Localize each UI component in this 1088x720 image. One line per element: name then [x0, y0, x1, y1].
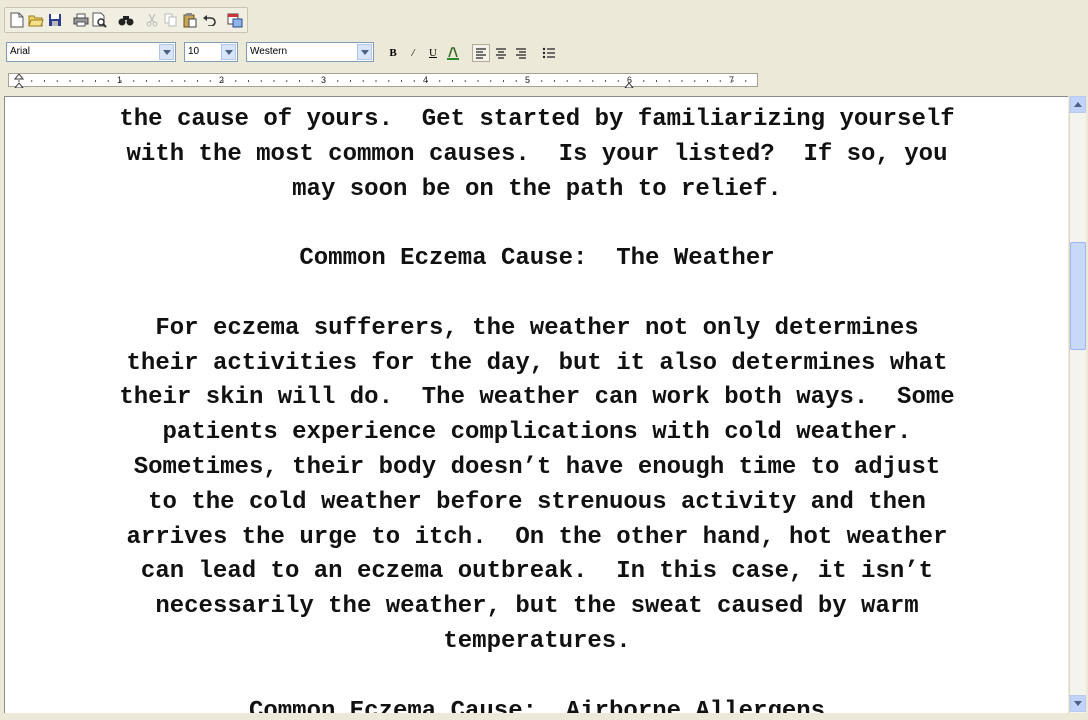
ruler-number: 4 [423, 75, 429, 85]
toolbar-separator [110, 11, 116, 29]
ruler[interactable]: 1 2 3 4 5 6 7 [0, 68, 1088, 94]
ruler-number: 6 [627, 75, 633, 85]
script-dropdown[interactable]: Western [246, 42, 374, 62]
new-document-icon[interactable] [8, 11, 26, 29]
align-right-button[interactable]: right [512, 44, 530, 62]
text-line [5, 660, 1068, 695]
chevron-down-icon[interactable] [357, 44, 372, 60]
print-icon[interactable] [72, 11, 90, 29]
ruler-number: 5 [525, 75, 531, 85]
text-line: Sometimes, their body doesn’t have enoug… [133, 453, 941, 481]
text-line: their activities for the day, but it als… [126, 349, 948, 377]
ruler-number: 2 [219, 75, 225, 85]
cut-icon[interactable] [143, 11, 161, 29]
vertical-scrollbar[interactable] [1069, 96, 1086, 713]
text-line: temperatures. [443, 627, 631, 655]
format-buttons: B / U left center right bullets [384, 42, 558, 64]
chevron-up-icon [1074, 102, 1082, 107]
font-name-dropdown[interactable]: Arial [6, 42, 176, 62]
toolbar-separator [65, 11, 71, 29]
text-line: necessarily the weather, but the sweat c… [155, 593, 919, 621]
section-heading: Common Eczema Cause: Airborne Allergens [248, 697, 826, 713]
print-preview-icon[interactable] [91, 11, 109, 29]
left-indent-marker[interactable] [14, 82, 24, 88]
align-center-button[interactable]: center [492, 44, 510, 62]
standard-toolbar [0, 0, 1088, 38]
text-line: may soon be on the path to relief. [292, 175, 782, 203]
scrollbar-thumb[interactable] [1070, 242, 1086, 350]
font-size-dropdown[interactable]: 10 [184, 42, 238, 62]
window-bottom-edge [0, 713, 1088, 720]
copy-icon[interactable] [162, 11, 180, 29]
paste-icon[interactable] [181, 11, 199, 29]
toolbar-separator [464, 44, 470, 62]
text-line: with the most common causes. Is your lis… [126, 140, 948, 168]
format-toolbar: Arial 10 Western B / U left center [0, 39, 1088, 67]
insert-date-icon[interactable] [226, 11, 244, 29]
save-icon[interactable] [46, 11, 64, 29]
ruler-number: 1 [117, 75, 123, 85]
undo-icon[interactable] [200, 11, 218, 29]
toolbar-separator [532, 44, 538, 62]
font-size-value: 10 [188, 46, 200, 57]
font-name-value: Arial [10, 46, 31, 57]
text-line: their skin will do. The weather can work… [119, 384, 955, 412]
scroll-up-button[interactable] [1070, 96, 1086, 113]
chevron-down-icon[interactable] [221, 44, 236, 60]
first-line-indent-marker[interactable] [13, 74, 25, 80]
chevron-down-icon [1074, 701, 1082, 706]
bullets-button[interactable]: bullets [540, 44, 558, 62]
chevron-down-icon[interactable] [159, 44, 174, 60]
open-folder-icon[interactable] [27, 11, 45, 29]
ruler-number: 7 [729, 75, 735, 85]
text-line: can lead to an eczema outbreak. In this … [140, 558, 934, 586]
text-line [5, 277, 1068, 312]
section-heading: Common Eczema Cause: The Weather [299, 245, 775, 273]
align-left-button[interactable]: left [472, 44, 490, 62]
document-area[interactable]: the cause of yours. Get started by famil… [4, 96, 1068, 713]
toolbar-separator [219, 11, 225, 29]
color-button[interactable] [444, 44, 462, 62]
scroll-down-button[interactable] [1070, 695, 1086, 712]
text-line: to the cold weather before strenuous act… [148, 488, 926, 516]
text-line: For eczema sufferers, the weather not on… [155, 314, 919, 342]
underline-button[interactable]: U [424, 44, 442, 62]
text-line: patients experience complications with c… [162, 419, 912, 447]
italic-button[interactable]: / [404, 44, 422, 62]
text-line [5, 207, 1068, 242]
standard-toolbar-group [4, 7, 248, 33]
ruler-number: 3 [321, 75, 327, 85]
text-line: the cause of yours. Get started by famil… [119, 106, 955, 133]
bold-button[interactable]: B [384, 44, 402, 62]
find-icon[interactable] [117, 11, 135, 29]
script-value: Western [250, 46, 288, 57]
toolbar-separator [136, 11, 142, 29]
document-text: the cause of yours. Get started by famil… [5, 103, 1068, 713]
text-line: arrives the urge to itch. On the other h… [126, 523, 948, 551]
ruler-bar[interactable]: 1 2 3 4 5 6 7 [8, 73, 758, 88]
